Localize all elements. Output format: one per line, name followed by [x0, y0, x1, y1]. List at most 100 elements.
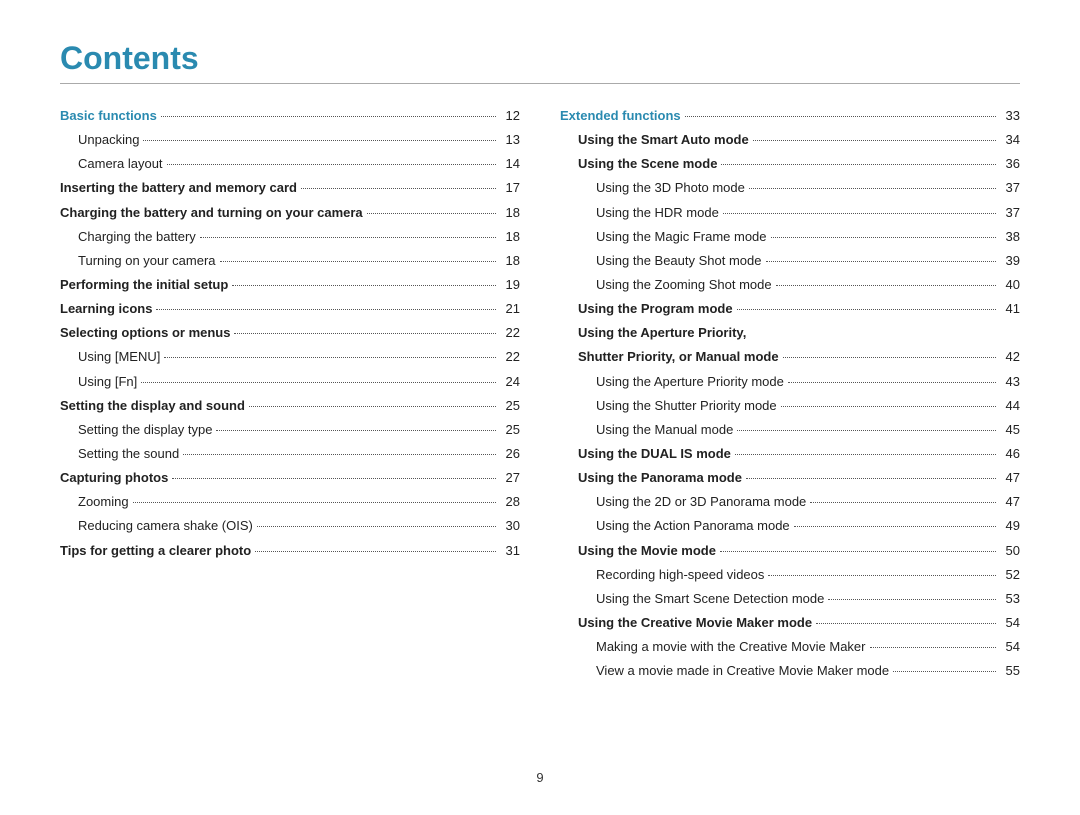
entry-page: 54	[1000, 613, 1020, 633]
entry-dots	[367, 213, 496, 214]
entry-text: Inserting the battery and memory card	[60, 178, 297, 198]
toc-entry: Performing the initial setup19	[60, 275, 520, 295]
toc-entry: Inserting the battery and memory card 17	[60, 178, 520, 198]
entry-dots	[735, 454, 996, 455]
entry-page: 33	[1000, 106, 1020, 126]
entry-text: Using the HDR mode	[596, 203, 719, 223]
toc-entry: Making a movie with the Creative Movie M…	[560, 637, 1020, 657]
right-column: Extended functions33Using the Smart Auto…	[560, 106, 1020, 685]
page-title: Contents	[60, 40, 1020, 77]
toc-entry: Using the Aperture Priority mode43	[560, 372, 1020, 392]
entry-page: 21	[500, 299, 520, 319]
toc-entry: Turning on your camera 18	[60, 251, 520, 271]
footer-page-number: 9	[536, 770, 543, 785]
entry-dots	[768, 575, 996, 576]
entry-page: 44	[1000, 396, 1020, 416]
entry-page: 25	[500, 420, 520, 440]
entry-dots	[167, 164, 496, 165]
entry-page: 30	[500, 516, 520, 536]
entry-page: 38	[1000, 227, 1020, 247]
page-footer: 9	[0, 770, 1080, 785]
toc-entry: Using the 3D Photo mode37	[560, 178, 1020, 198]
entry-page: 47	[1000, 468, 1020, 488]
toc-entry: Learning icons 21	[60, 299, 520, 319]
toc-entry: Using the Panorama mode 47	[560, 468, 1020, 488]
entry-text: Charging the battery and turning on your…	[60, 203, 363, 223]
toc-entry: Using the Creative Movie Maker mode54	[560, 613, 1020, 633]
entry-page: 22	[500, 323, 520, 343]
entry-text: Selecting options or menus	[60, 323, 230, 343]
entry-page: 28	[500, 492, 520, 512]
toc-entry: Using the Smart Scene Detection mode53	[560, 589, 1020, 609]
entry-dots	[737, 309, 996, 310]
toc-entry: Using the Smart Auto mode34	[560, 130, 1020, 150]
entry-text: Charging the battery	[78, 227, 196, 247]
entry-dots	[255, 551, 496, 552]
toc-entry: Tips for getting a clearer photo31	[60, 541, 520, 561]
entry-dots	[810, 502, 996, 503]
entry-text: Capturing photos	[60, 468, 168, 488]
entry-text: Using the Smart Scene Detection mode	[596, 589, 824, 609]
entry-text: Using the Zooming Shot mode	[596, 275, 772, 295]
entry-page: 49	[1000, 516, 1020, 536]
entry-text: Using the Action Panorama mode	[596, 516, 790, 536]
entry-page: 37	[1000, 203, 1020, 223]
toc-entry: View a movie made in Creative Movie Make…	[560, 661, 1020, 681]
entry-page: 12	[500, 106, 520, 126]
entry-text: Using [MENU]	[78, 347, 160, 367]
entry-text: Learning icons	[60, 299, 152, 319]
entry-text: Turning on your camera	[78, 251, 216, 271]
entry-dots	[721, 164, 996, 165]
entry-page: 43	[1000, 372, 1020, 392]
entry-text: Using the Program mode	[578, 299, 733, 319]
entry-dots	[133, 502, 496, 503]
entry-dots	[788, 382, 996, 383]
entry-page: 13	[500, 130, 520, 150]
left-column: Basic functions12Unpacking13Camera layou…	[60, 106, 520, 685]
toc-entry: Recording high-speed videos52	[560, 565, 1020, 585]
entry-text: Setting the sound	[78, 444, 179, 464]
toc-entry: Using the Action Panorama mode 49	[560, 516, 1020, 536]
entry-page: 39	[1000, 251, 1020, 271]
entry-dots	[200, 237, 496, 238]
entry-text: Using [Fn]	[78, 372, 137, 392]
toc-entry: Using the Program mode 41	[560, 299, 1020, 319]
entry-text: Reducing camera shake (OIS)	[78, 516, 253, 536]
toc-entry: Using [MENU] 22	[60, 347, 520, 367]
entry-page: 41	[1000, 299, 1020, 319]
entry-text: Using the Magic Frame mode	[596, 227, 767, 247]
entry-dots	[766, 261, 997, 262]
entry-dots	[161, 116, 496, 117]
entry-dots	[781, 406, 996, 407]
entry-page: 22	[500, 347, 520, 367]
entry-dots	[172, 478, 496, 479]
toc-entry: Unpacking13	[60, 130, 520, 150]
entry-page: 26	[500, 444, 520, 464]
entry-text: Tips for getting a clearer photo	[60, 541, 251, 561]
entry-text: Using the Scene mode	[578, 154, 717, 174]
toc-entry-line1: Using the Aperture Priority,	[560, 323, 1020, 343]
entry-page: 18	[500, 251, 520, 271]
toc-entry: Setting the sound 26	[60, 444, 520, 464]
entry-text: Using the Manual mode	[596, 420, 733, 440]
entry-page: 50	[1000, 541, 1020, 561]
entry-dots	[720, 551, 996, 552]
entry-dots	[816, 623, 996, 624]
entry-text: Using the Panorama mode	[578, 468, 742, 488]
entry-text: Using the Movie mode	[578, 541, 716, 561]
entry-page: 55	[1000, 661, 1020, 681]
entry-dots	[737, 430, 996, 431]
entry-page: 27	[500, 468, 520, 488]
page: Contents Basic functions12Unpacking13Cam…	[0, 0, 1080, 815]
entry-text: Using the Beauty Shot mode	[596, 251, 762, 271]
entry-page: 36	[1000, 154, 1020, 174]
entry-dots	[753, 140, 996, 141]
toc-entry: Zooming 28	[60, 492, 520, 512]
entry-page: 17	[500, 178, 520, 198]
entry-dots	[870, 647, 997, 648]
toc-entry: Basic functions12	[60, 106, 520, 126]
entry-dots	[216, 430, 496, 431]
entry-page: 47	[1000, 492, 1020, 512]
entry-text: Zooming	[78, 492, 129, 512]
toc-entry: Using the HDR mode 37	[560, 203, 1020, 223]
